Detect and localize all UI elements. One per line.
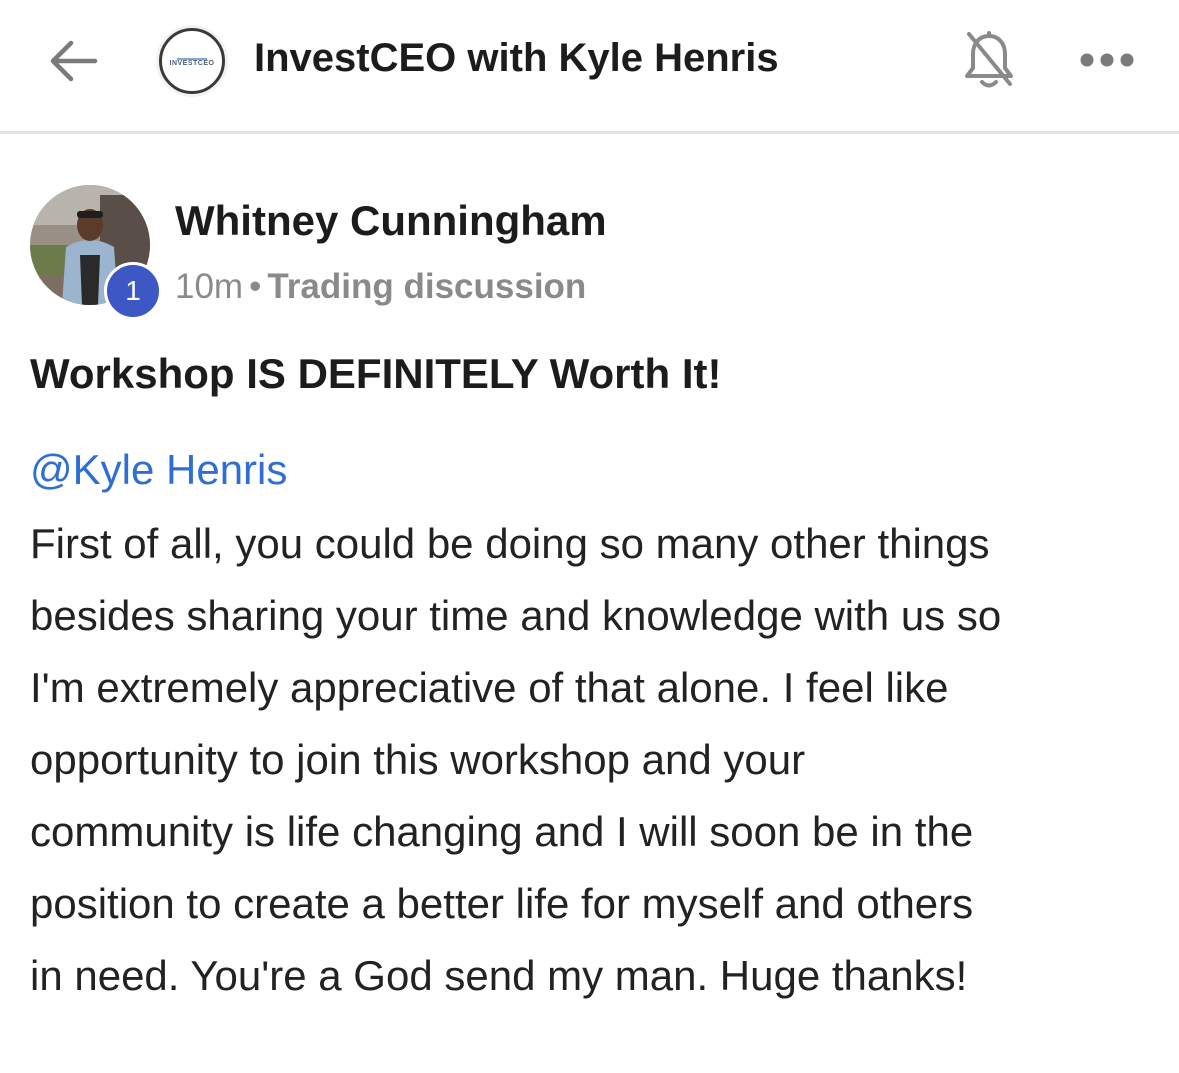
top-bar: INVESTCEO InvestCEO with Kyle Henris (0, 0, 1179, 134)
post-category[interactable]: Trading discussion (267, 267, 586, 306)
post-body-line: in need. You're a God send my man. Huge … (30, 952, 968, 999)
post-body-line: community is life changing and I will so… (30, 808, 974, 855)
level-badge: 1 (104, 262, 162, 320)
post-body-line: position to create a better life for mys… (30, 880, 974, 927)
more-options-button[interactable] (1076, 38, 1138, 82)
post-meta: 10m • Trading discussion (175, 264, 586, 310)
arrow-left-icon (50, 40, 98, 82)
group-logo: INVESTCEO (159, 28, 225, 94)
author-name[interactable]: Whitney Cunningham (175, 195, 607, 247)
post-body-line: besides sharing your time and knowledge … (30, 592, 1002, 639)
group-avatar[interactable]: INVESTCEO (156, 25, 228, 97)
more-horizontal-icon (1080, 53, 1134, 67)
post-screen: INVESTCEO InvestCEO with Kyle Henris 1 W… (0, 0, 1179, 1073)
post-body-line: First of all, you could be doing so many… (30, 520, 990, 567)
group-logo-text: INVESTCEO (169, 59, 215, 67)
post-body-line: I'm extremely appreciative of that alone… (30, 664, 949, 711)
meta-separator: • (249, 267, 262, 306)
post-body: First of all, you could be doing so many… (30, 508, 1150, 1012)
group-title[interactable]: InvestCEO with Kyle Henris (254, 34, 779, 82)
post-body-line: opportunity to join this workshop and yo… (30, 736, 806, 783)
notifications-button[interactable] (960, 26, 1018, 92)
back-button[interactable] (40, 28, 106, 94)
bell-off-icon (965, 31, 1013, 88)
post-time: 10m (175, 267, 244, 306)
mention-link[interactable]: @Kyle Henris (30, 443, 287, 497)
post-title: Workshop IS DEFINITELY Worth It! (30, 350, 722, 397)
